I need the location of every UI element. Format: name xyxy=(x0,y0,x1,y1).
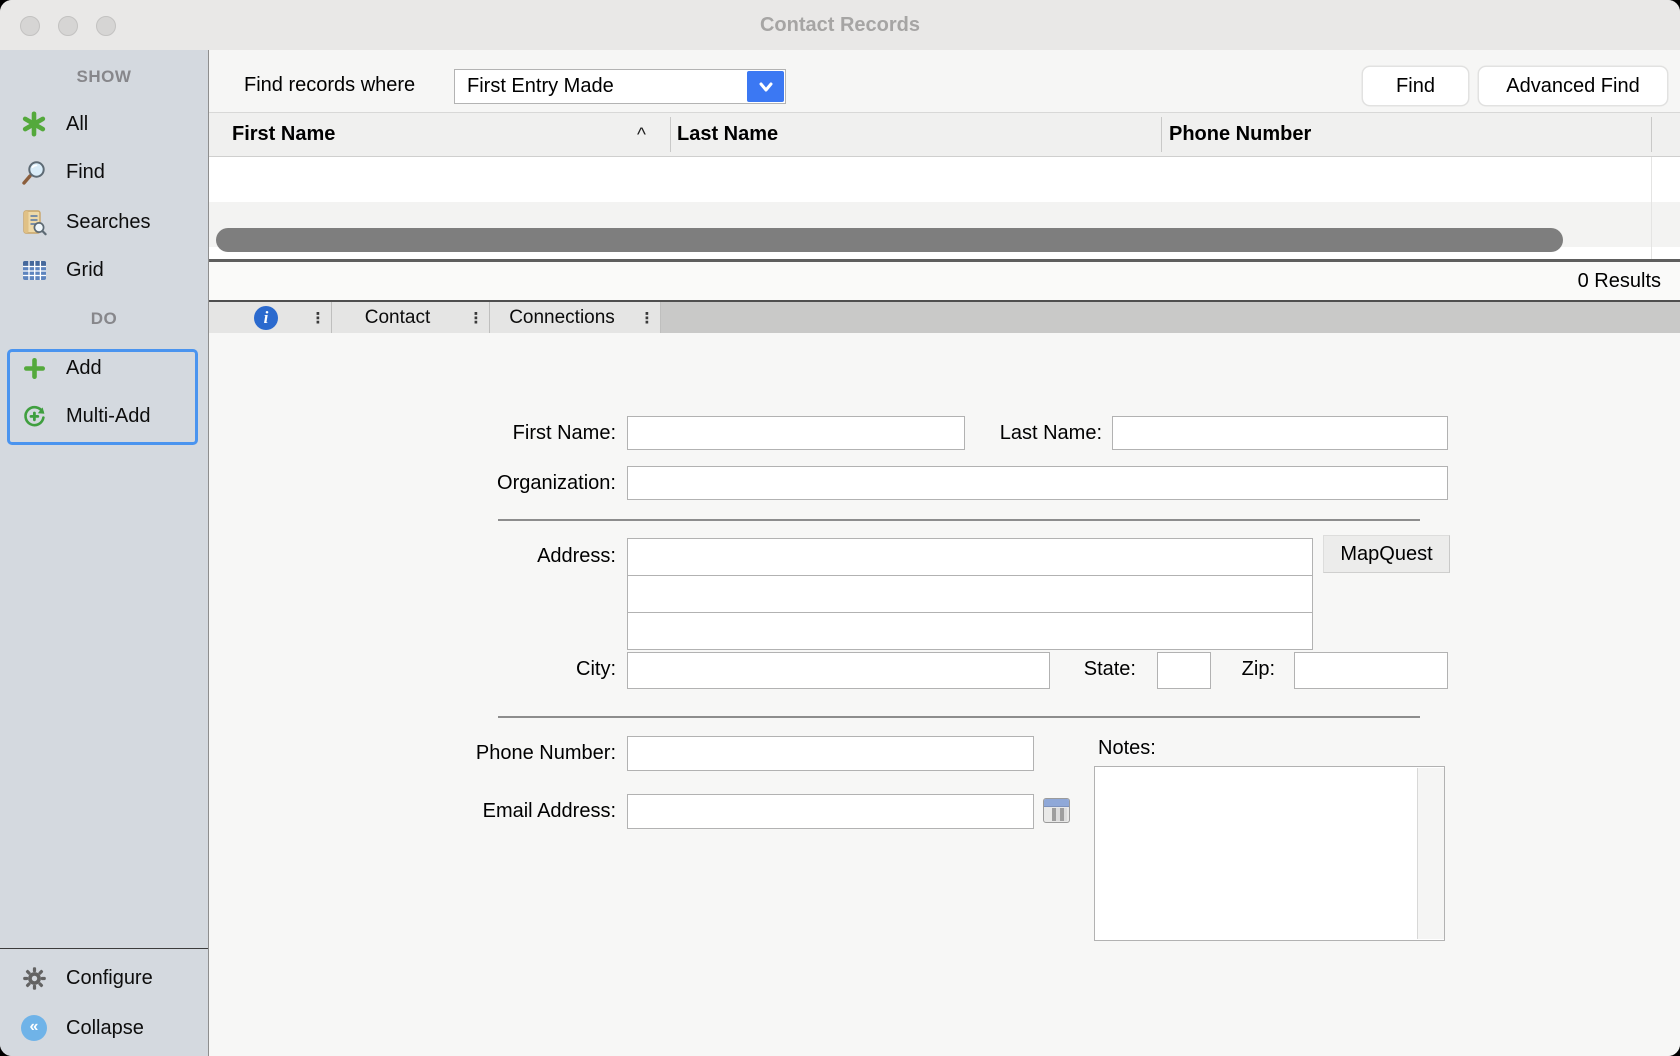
first-name-field[interactable] xyxy=(627,416,965,450)
tab-label: Contact xyxy=(332,307,463,329)
city-field[interactable] xyxy=(627,652,1050,689)
gear-icon xyxy=(18,963,50,993)
tab-connections[interactable]: Connections ⋮ xyxy=(490,302,661,333)
horizontal-scrollbar[interactable] xyxy=(216,228,1563,252)
last-name-field[interactable] xyxy=(1112,416,1448,450)
section-divider xyxy=(498,519,1420,521)
sidebar-item-label: Configure xyxy=(66,967,153,990)
sidebar-item-multi-add[interactable]: Multi-Add xyxy=(0,401,208,431)
find-button[interactable]: Find xyxy=(1362,66,1469,106)
grid-icon xyxy=(18,255,50,285)
main-content: Find records where First Entry Made Find… xyxy=(209,50,1680,1056)
sidebar: SHOW All Find xyxy=(0,50,209,1056)
cycle-plus-icon xyxy=(18,401,50,431)
tab-menu-dots-icon[interactable]: ⋮ xyxy=(634,309,660,327)
info-icon[interactable]: i xyxy=(254,306,278,330)
advanced-find-button[interactable]: Advanced Find xyxy=(1478,66,1668,106)
notes-label: Notes: xyxy=(1098,737,1198,760)
address-line3-field[interactable] xyxy=(627,612,1313,650)
sidebar-item-grid[interactable]: Grid xyxy=(0,255,208,285)
last-name-label: Last Name: xyxy=(981,422,1102,445)
email-address-label: Email Address: xyxy=(421,800,616,823)
zip-label: Zip: xyxy=(1215,658,1275,681)
mapquest-button[interactable]: MapQuest xyxy=(1323,535,1450,573)
plus-icon xyxy=(18,353,50,383)
find-records-where-label: Find records where xyxy=(244,74,415,97)
column-header-first-name[interactable]: First Name xyxy=(232,113,335,156)
sidebar-item-configure[interactable]: Configure xyxy=(0,963,208,993)
tab-info[interactable]: i ⋮ xyxy=(209,302,332,333)
sidebar-section-show: SHOW xyxy=(0,67,208,87)
organization-field[interactable] xyxy=(627,466,1448,500)
address-line2-field[interactable] xyxy=(627,575,1313,613)
tab-contact[interactable]: Contact ⋮ xyxy=(332,302,490,333)
sidebar-item-all[interactable]: All xyxy=(0,109,208,139)
contact-form: First Name: Last Name: Organization: Add… xyxy=(209,333,1680,1056)
table-edge-line xyxy=(1651,157,1652,259)
tab-label: Connections xyxy=(490,307,634,329)
results-status-bar: 0 Results xyxy=(209,262,1680,300)
sidebar-item-label: Find xyxy=(66,161,105,184)
saved-search-icon xyxy=(18,207,50,237)
state-field[interactable] xyxy=(1157,652,1211,689)
email-card-icon[interactable] xyxy=(1043,798,1070,823)
column-header-last-name[interactable]: Last Name xyxy=(677,113,778,156)
sidebar-item-searches[interactable]: Searches xyxy=(0,207,208,237)
sidebar-item-label: Grid xyxy=(66,259,104,282)
sidebar-item-label: All xyxy=(66,113,88,136)
form-tab-bar: i ⋮ Contact ⋮ Connections ⋮ xyxy=(209,302,1680,334)
sidebar-item-label: Multi-Add xyxy=(66,405,150,428)
sidebar-item-label: Add xyxy=(66,357,102,380)
column-divider[interactable] xyxy=(670,117,671,152)
sidebar-item-find[interactable]: Find xyxy=(0,157,208,187)
magnifier-icon xyxy=(18,157,50,187)
organization-label: Organization: xyxy=(449,472,616,495)
sidebar-item-label: Collapse xyxy=(66,1017,144,1040)
sidebar-item-collapse[interactable]: « Collapse xyxy=(0,1013,208,1043)
sidebar-footer-divider xyxy=(0,948,208,949)
first-name-label: First Name: xyxy=(449,422,616,445)
window-title: Contact Records xyxy=(0,0,1680,50)
phone-number-field[interactable] xyxy=(627,736,1034,771)
notes-field[interactable] xyxy=(1094,766,1445,941)
address-line1-field[interactable] xyxy=(627,538,1313,576)
section-divider xyxy=(498,716,1420,718)
zip-field[interactable] xyxy=(1294,652,1448,689)
sidebar-item-add[interactable]: Add xyxy=(0,353,208,383)
sort-ascending-icon[interactable]: ^ xyxy=(637,113,646,156)
column-divider[interactable] xyxy=(1161,117,1162,152)
city-label: City: xyxy=(449,658,616,681)
asterisk-icon xyxy=(18,109,50,139)
tab-menu-dots-icon[interactable]: ⋮ xyxy=(463,309,489,327)
field-dropdown[interactable]: First Entry Made xyxy=(454,69,786,104)
tab-menu-dots-icon[interactable]: ⋮ xyxy=(305,309,331,327)
sidebar-item-label: Searches xyxy=(66,211,151,234)
email-address-field[interactable] xyxy=(627,794,1034,829)
results-count: 0 Results xyxy=(1578,270,1661,293)
results-table-body xyxy=(209,157,1680,259)
find-toolbar: Find records where First Entry Made Find… xyxy=(209,50,1680,112)
field-dropdown-value: First Entry Made xyxy=(467,70,614,102)
email-card-icon-columns xyxy=(1052,808,1067,821)
notes-scrollbar-track[interactable] xyxy=(1417,768,1444,939)
state-label: State: xyxy=(1061,658,1136,681)
address-label: Address: xyxy=(449,545,616,568)
phone-number-label: Phone Number: xyxy=(421,742,616,765)
chevron-down-icon xyxy=(747,71,784,102)
collapse-chevrons-icon: « xyxy=(18,1013,50,1043)
app-window: Contact Records SHOW All Fi xyxy=(0,0,1680,1056)
column-header-phone-number[interactable]: Phone Number xyxy=(1169,113,1311,156)
title-bar: Contact Records xyxy=(0,0,1680,51)
sidebar-section-do: DO xyxy=(0,309,208,329)
results-table-header: First Name ^ Last Name Phone Number xyxy=(209,112,1680,157)
email-card-icon-titlebar xyxy=(1044,799,1069,807)
column-divider[interactable] xyxy=(1651,117,1652,152)
